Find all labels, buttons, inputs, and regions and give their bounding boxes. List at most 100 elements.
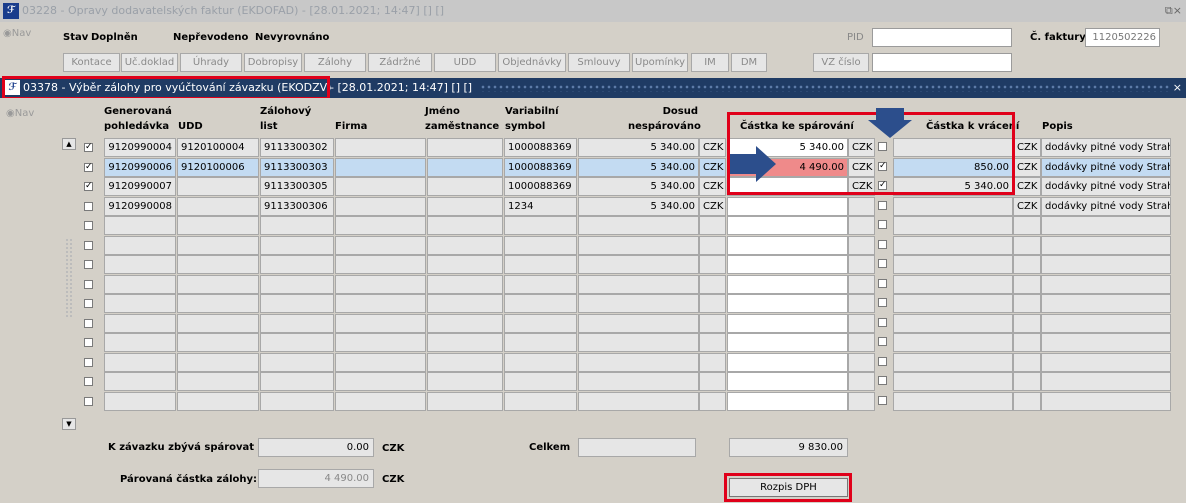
cell-sparovani[interactable]	[727, 236, 848, 255]
row-select-checkbox[interactable]	[84, 338, 93, 347]
cell-vraceni[interactable]	[893, 314, 1013, 333]
vraceni-checkbox[interactable]	[878, 259, 887, 268]
outer-nav-button[interactable]: ◉Nav	[3, 28, 31, 39]
vraceni-checkbox[interactable]	[878, 318, 887, 327]
row-select-checkbox[interactable]	[84, 241, 93, 250]
cell-jmeno	[427, 353, 503, 372]
cell-mena3	[1013, 294, 1041, 313]
cell-sparovani[interactable]	[727, 333, 848, 352]
inner-nav-button[interactable]: ◉Nav	[6, 108, 34, 119]
im-button[interactable]: IM	[691, 53, 729, 72]
dm-button[interactable]: DM	[731, 53, 767, 72]
cell-sparovani[interactable]	[727, 353, 848, 372]
vraceni-checkbox[interactable]	[878, 279, 887, 288]
close-icon[interactable]: ×	[1173, 78, 1182, 98]
row-select-checkbox[interactable]	[84, 397, 93, 406]
cell-sparovani[interactable]	[727, 255, 848, 274]
scroll-track[interactable]	[65, 238, 73, 318]
vertical-scrollbar[interactable]: ▲ ▼	[62, 138, 76, 430]
uc-doklad-button[interactable]: Uč.doklad	[121, 53, 178, 72]
uhrady-button[interactable]: Úhrady	[180, 53, 242, 72]
cell-mena3	[1013, 314, 1041, 333]
cell-popis	[1041, 392, 1171, 411]
cell-sparovani[interactable]	[727, 275, 848, 294]
vraceni-checkbox[interactable]	[878, 240, 887, 249]
row-select-checkbox[interactable]: ✓	[84, 143, 93, 152]
cell-gen: 9120990008	[104, 197, 176, 216]
kontace-button[interactable]: Kontace	[63, 53, 120, 72]
cell-vraceni[interactable]	[893, 216, 1013, 235]
cell-vraceni[interactable]	[893, 197, 1013, 216]
upominky-button[interactable]: Upomínky	[632, 53, 688, 72]
vraceni-checkbox[interactable]	[878, 376, 887, 385]
cell-popis	[1041, 216, 1171, 235]
vraceni-checkbox[interactable]	[878, 201, 887, 210]
zadrzne-button[interactable]: Zádržné	[368, 53, 432, 72]
faktura-number-field[interactable]: 1120502226	[1085, 28, 1160, 47]
vraceni-checkbox[interactable]	[878, 220, 887, 229]
cell-vraceni[interactable]	[893, 236, 1013, 255]
vraceni-checkbox[interactable]	[878, 396, 887, 405]
cell-mena2	[848, 353, 875, 372]
cell-gen: 9120990006	[104, 158, 176, 177]
cell-vraceni[interactable]	[893, 255, 1013, 274]
vraceni-checkbox[interactable]	[878, 357, 887, 366]
row-select-checkbox[interactable]: ✓	[84, 163, 93, 172]
cell-vraceni[interactable]	[893, 294, 1013, 313]
cell-jmeno	[427, 158, 503, 177]
restore-window-icon[interactable]: ⧉×	[1165, 0, 1182, 22]
cell-vraceni[interactable]	[893, 372, 1013, 391]
cell-vraceni[interactable]	[893, 333, 1013, 352]
cell-gen	[104, 236, 176, 255]
udd-button[interactable]: UDD	[434, 53, 496, 72]
cell-mena1	[699, 294, 726, 313]
cell-dosud: 5 340.00	[578, 158, 699, 177]
row-select-checkbox[interactable]	[84, 299, 93, 308]
row-select-checkbox[interactable]	[84, 260, 93, 269]
cell-mena2	[848, 372, 875, 391]
row-select-checkbox[interactable]	[84, 377, 93, 386]
cell-vraceni[interactable]	[893, 275, 1013, 294]
cell-firma	[335, 197, 426, 216]
cell-jmeno	[427, 392, 503, 411]
row-select-checkbox[interactable]: ✓	[84, 182, 93, 191]
cell-sparovani[interactable]	[727, 314, 848, 333]
cell-dosud	[578, 392, 699, 411]
cell-sparovani[interactable]	[727, 392, 848, 411]
cell-sparovani[interactable]	[727, 197, 848, 216]
cell-mena1	[699, 314, 726, 333]
zalohy-button[interactable]: Zálohy	[304, 53, 366, 72]
smlouvy-button[interactable]: Smlouvy	[568, 53, 630, 72]
objednavky-button[interactable]: Objednávky	[498, 53, 566, 72]
cell-jmeno	[427, 275, 503, 294]
dobropisy-button[interactable]: Dobropisy	[244, 53, 302, 72]
row-select-checkbox[interactable]	[84, 202, 93, 211]
cell-sparovani[interactable]	[727, 372, 848, 391]
cell-sparovani[interactable]	[727, 216, 848, 235]
cell-vraceni[interactable]	[893, 392, 1013, 411]
cell-udd	[177, 372, 259, 391]
row-select-checkbox[interactable]	[84, 319, 93, 328]
col-jmeno: Jméno zaměstnance	[425, 106, 500, 132]
arrow-down-icon	[868, 108, 912, 138]
vraceni-checkbox[interactable]	[878, 337, 887, 346]
scroll-down-icon[interactable]: ▼	[62, 418, 76, 430]
cell-sparovani[interactable]	[727, 294, 848, 313]
scroll-up-icon[interactable]: ▲	[62, 138, 76, 150]
cell-vraceni[interactable]	[893, 353, 1013, 372]
col-firma: Firma	[335, 121, 368, 132]
cell-jmeno	[427, 333, 503, 352]
cell-gen	[104, 392, 176, 411]
row-select-checkbox[interactable]	[84, 221, 93, 230]
cell-vs	[504, 353, 577, 372]
row-select-checkbox[interactable]	[84, 280, 93, 289]
pid-field[interactable]	[872, 28, 1012, 47]
cell-zal	[260, 275, 334, 294]
zbyva-value: 0.00	[258, 438, 374, 457]
row-select-checkbox[interactable]	[84, 358, 93, 367]
vz-cislo-field[interactable]	[872, 53, 1012, 72]
vraceni-checkbox[interactable]	[878, 298, 887, 307]
cell-jmeno	[427, 177, 503, 196]
cell-zal	[260, 216, 334, 235]
vz-cislo-button[interactable]: VZ číslo	[813, 53, 869, 72]
